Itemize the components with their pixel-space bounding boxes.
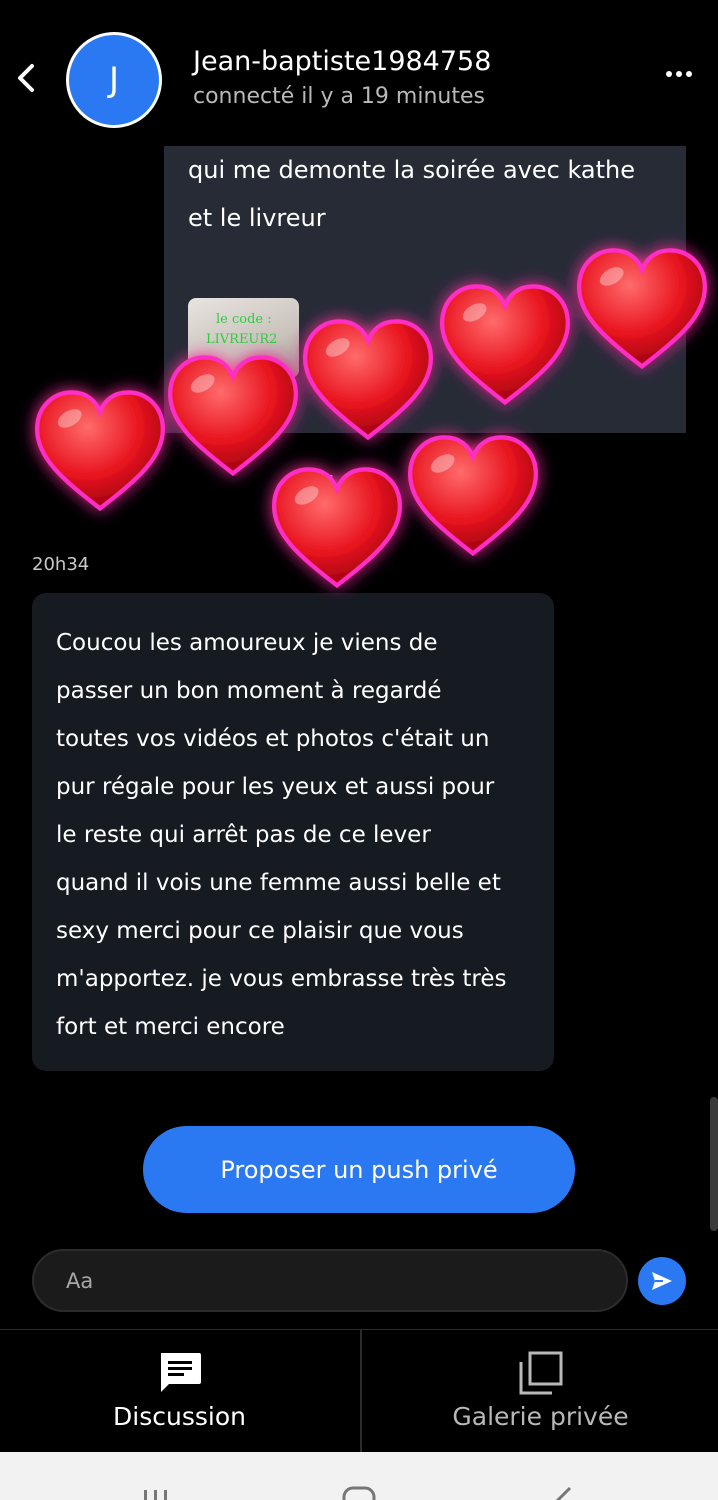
message-line: fort et merci encore <box>56 1014 285 1040</box>
heart-icon <box>274 469 400 585</box>
tab-gallery-label: Galerie privée <box>452 1402 629 1431</box>
system-navigation-bar <box>0 1452 718 1500</box>
contact-status: connecté il y a 19 minutes <box>193 84 485 109</box>
thumbnail-caption: LIVREUR2 <box>206 332 278 347</box>
message-line: quand il vois une femme aussi belle et <box>56 870 501 896</box>
tab-discussion-label: Discussion <box>113 1402 246 1431</box>
message-line: m'apportez. je vous embrasse très très <box>56 966 507 992</box>
message-input[interactable] <box>66 1265 606 1297</box>
message-line: sexy merci pour ce plaisir que vous <box>56 918 464 944</box>
send-icon <box>652 1272 672 1290</box>
message-line: et le livreur <box>188 204 326 232</box>
message-composer[interactable] <box>32 1249 628 1312</box>
chat-thread[interactable]: qui me demonte la soirée avec kathe et l… <box>0 146 718 1246</box>
incoming-message-bubble[interactable]: Coucou les amoureux je viens de passer u… <box>32 593 554 1071</box>
message-line: Coucou les amoureux je viens de <box>56 630 438 656</box>
image-thumbnail[interactable]: le code : LIVREUR2 <box>188 298 299 378</box>
more-options-icon[interactable] <box>664 64 694 84</box>
recent-apps-icon[interactable] <box>144 1490 167 1500</box>
chat-bubble-icon <box>160 1353 201 1392</box>
tab-discussion[interactable]: Discussion <box>0 1330 359 1452</box>
home-icon[interactable] <box>342 1486 376 1500</box>
avatar[interactable]: J <box>66 32 162 128</box>
message-line: qui me demonte la soirée avec kathe <box>188 156 636 184</box>
message-line: pur régale pour les yeux et aussi pour <box>56 774 495 800</box>
heart-icon <box>37 392 163 508</box>
send-button[interactable] <box>638 1257 686 1305</box>
message-timestamp: 20h34 <box>32 554 90 575</box>
message-line: passer un bon moment à regardé <box>56 678 442 704</box>
message-line: le reste qui arrêt pas de ce lever <box>56 822 431 848</box>
thumbnail-caption: le code : <box>216 312 272 327</box>
message-line: toutes vos vidéos et photos c'était un <box>56 726 490 752</box>
chat-header: J Jean-baptiste1984758 connecté il y a 1… <box>0 20 718 146</box>
outgoing-message-bubble[interactable]: qui me demonte la soirée avec kathe et l… <box>164 146 686 433</box>
propose-push-button[interactable]: Proposer un push privé <box>143 1126 575 1213</box>
system-nav-icons <box>144 1486 572 1500</box>
back-nav-icon[interactable] <box>555 1486 572 1500</box>
heart-icon <box>410 437 536 553</box>
gallery-icon <box>519 1351 562 1395</box>
scrollbar[interactable] <box>710 1097 718 1231</box>
status-bar <box>0 0 718 10</box>
tab-private-gallery[interactable]: Galerie privée <box>360 1330 718 1452</box>
back-arrow-icon[interactable] <box>12 60 40 96</box>
contact-name[interactable]: Jean-baptiste1984758 <box>193 46 491 77</box>
date-separator: 23 J <box>296 472 335 493</box>
bottom-tab-bar: Discussion Galerie privée <box>0 1329 718 1452</box>
